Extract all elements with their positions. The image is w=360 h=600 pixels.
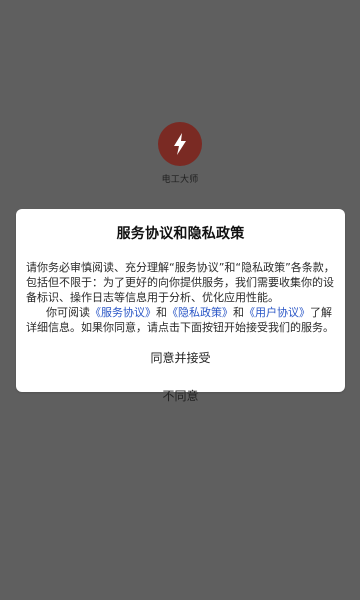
privacy-policy-link[interactable]: 《隐私政策》	[167, 306, 233, 319]
app-branding: 电工大师	[0, 122, 360, 185]
app-logo	[158, 122, 202, 166]
dialog-actions: 同意并接受 不同意	[26, 342, 335, 411]
user-agreement-link[interactable]: 《用户协议》	[244, 306, 310, 319]
dialog-paragraph-1: 请你务必审慎阅读、充分理解“服务协议”和“隐私政策”各条款，包括但不限于：为了更…	[26, 261, 335, 304]
paragraph-2-and-1: 和	[156, 306, 167, 319]
service-agreement-link[interactable]: 《服务协议》	[90, 306, 156, 319]
paragraph-2-intro: 你可阅读	[46, 306, 90, 319]
dialog-title: 服务协议和隐私政策	[116, 226, 245, 242]
dialog-paragraph-2: 你可阅读《服务协议》和《隐私政策》和《用户协议》了解详细信息。如果你同意，请点击…	[26, 305, 335, 335]
app-name: 电工大师	[161, 175, 199, 185]
disagree-button[interactable]: 不同意	[26, 380, 335, 411]
privacy-dialog: 服务协议和隐私政策 请你务必审慎阅读、充分理解“服务协议”和“隐私政策”各条款，…	[16, 209, 345, 403]
paragraph-2-and-2: 和	[233, 306, 244, 319]
dialog-body: 请你务必审慎阅读、充分理解“服务协议”和“隐私政策”各条款，包括但不限于：为了更…	[26, 260, 335, 335]
lightning-bolt-icon	[174, 133, 186, 155]
agree-button[interactable]: 同意并接受	[26, 342, 335, 373]
